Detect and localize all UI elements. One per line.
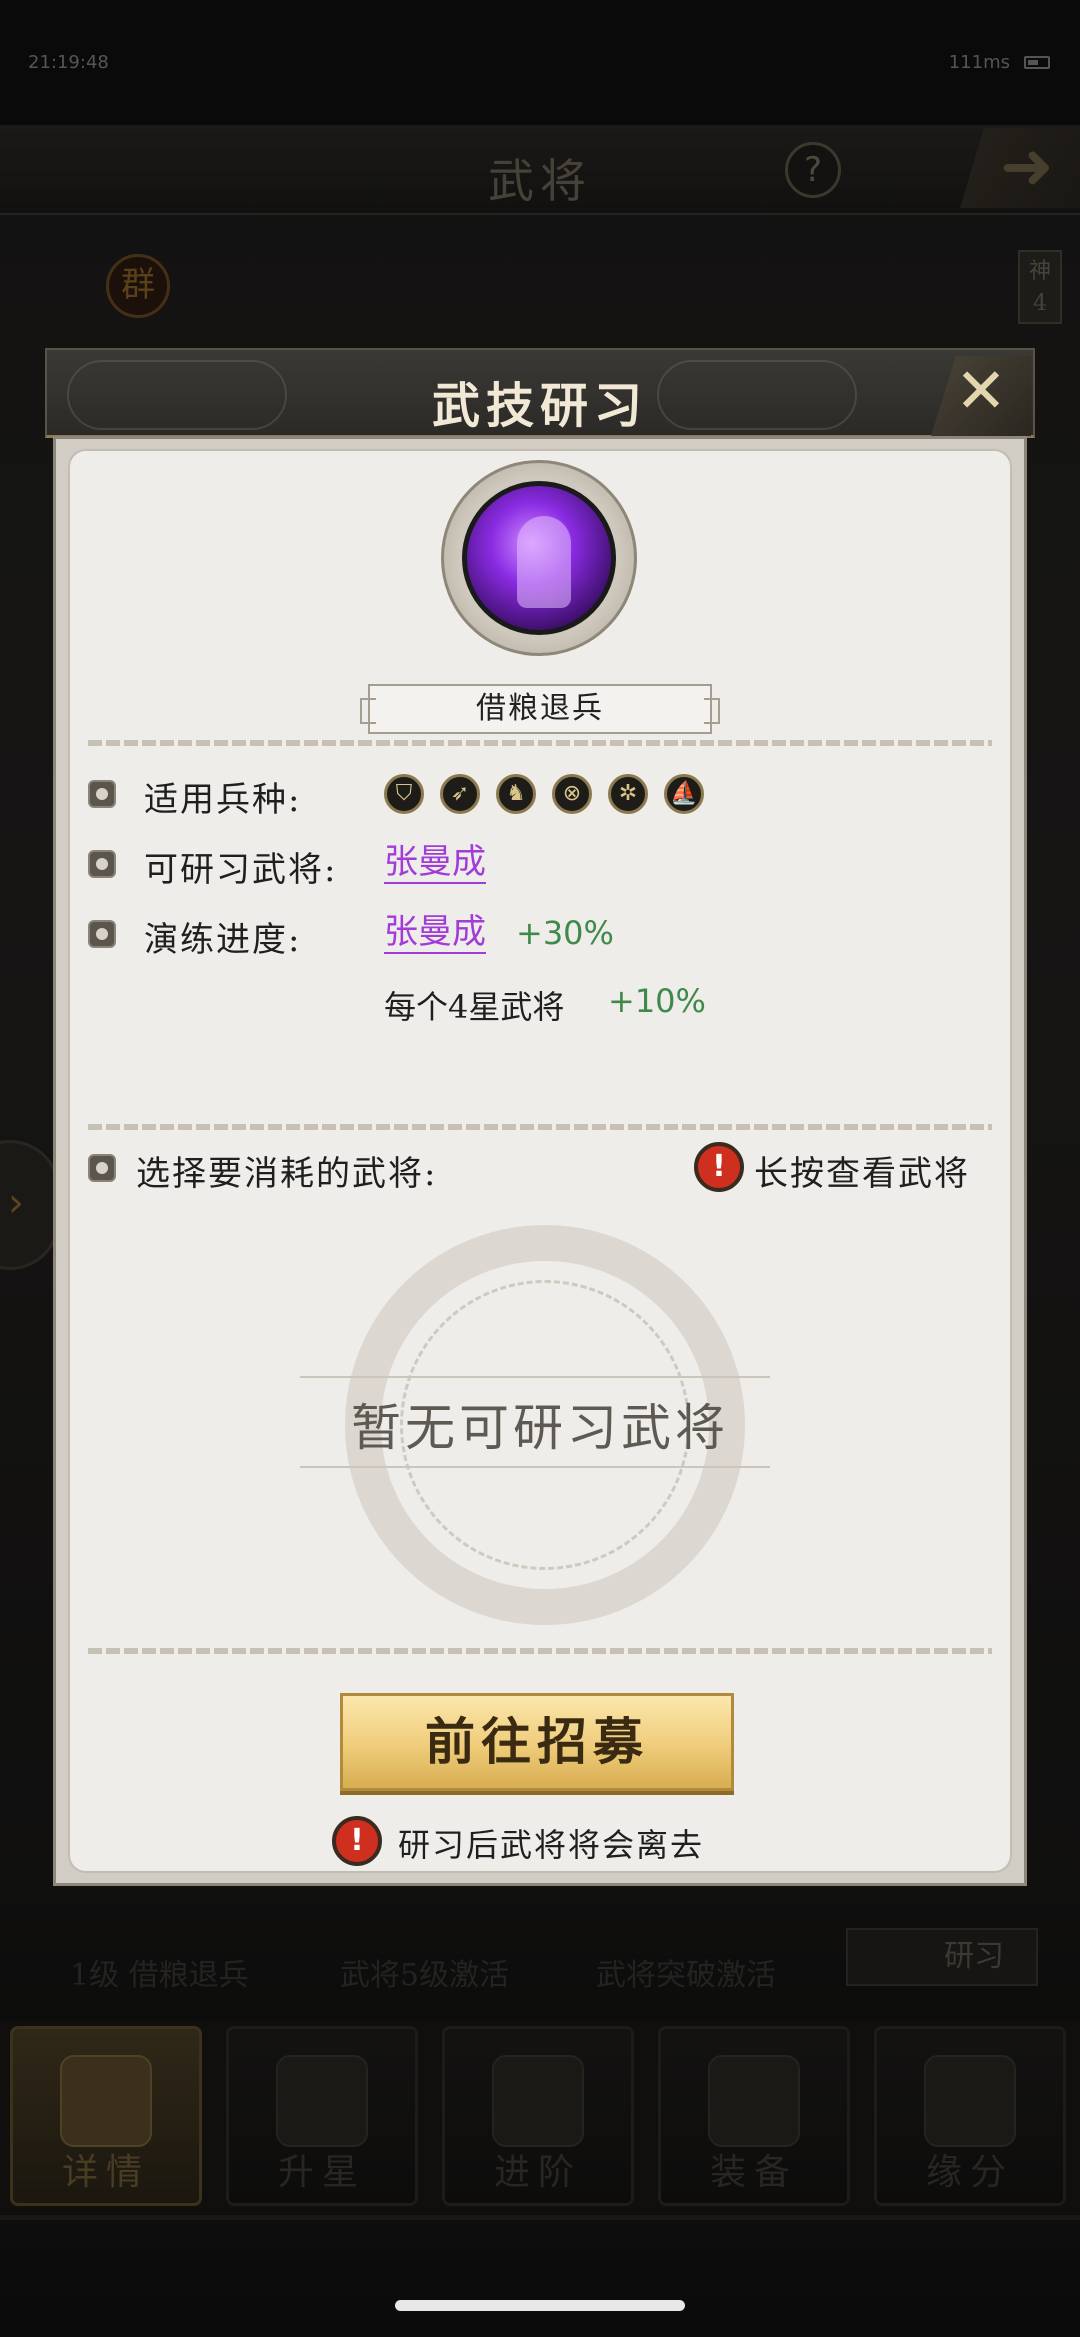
bullet-icon	[88, 850, 116, 878]
home-indicator[interactable]	[395, 2300, 685, 2311]
divider	[88, 1648, 992, 1654]
spear-troop-icon: ➶	[440, 774, 480, 814]
divider	[88, 1124, 992, 1130]
bullet-icon	[88, 780, 116, 808]
bullet-icon	[88, 1154, 116, 1182]
status-bar: 21:19:48 111ms	[0, 0, 1080, 125]
troop-type-label: 适用兵种:	[144, 780, 302, 820]
archer-troop-icon: ⊗	[552, 774, 592, 814]
per-star-bonus: +10%	[608, 982, 706, 1020]
warrior-silhouette-icon	[517, 516, 571, 608]
general-link[interactable]: 张曼成	[384, 842, 486, 884]
researchable-general-label: 可研习武将:	[144, 850, 338, 890]
exclamation-icon: !	[332, 1816, 382, 1866]
wheel-troop-icon: ✲	[608, 774, 648, 814]
skill-name-plate: 借粮退兵	[360, 684, 720, 734]
progress-label: 演练进度:	[144, 920, 302, 960]
per-star-text: 每个4星武将	[384, 988, 565, 1026]
leave-warning-text: 研习后武将将会离去	[398, 1826, 705, 1864]
skill-icon-frame	[441, 460, 637, 656]
close-icon: ✕	[955, 354, 1007, 427]
divider	[300, 1376, 770, 1378]
dialog-title: 武技研习	[431, 378, 648, 434]
shield-troop-icon: ⛉	[384, 774, 424, 814]
ship-troop-icon: ⛵	[664, 774, 704, 814]
network-latency: 111ms	[948, 52, 1010, 73]
progress-general-link[interactable]: 张曼成	[384, 912, 486, 954]
exclamation-icon: !	[694, 1142, 744, 1192]
empty-state-text: 暂无可研习武将	[351, 1399, 729, 1457]
recruit-button[interactable]: 前往招募	[340, 1693, 734, 1791]
divider	[300, 1466, 770, 1468]
progress-bonus: +30%	[516, 914, 614, 952]
status-time: 21:19:48	[28, 52, 109, 73]
long-press-hint: 长按查看武将	[754, 1154, 970, 1194]
dialog-header: 武技研习	[45, 348, 1035, 438]
divider	[88, 740, 992, 746]
cavalry-troop-icon: ♞	[496, 774, 536, 814]
consume-generals-label: 选择要消耗的武将:	[136, 1154, 438, 1194]
skill-icon[interactable]	[462, 481, 616, 635]
bullet-icon	[88, 920, 116, 948]
battery-icon	[1024, 56, 1050, 69]
